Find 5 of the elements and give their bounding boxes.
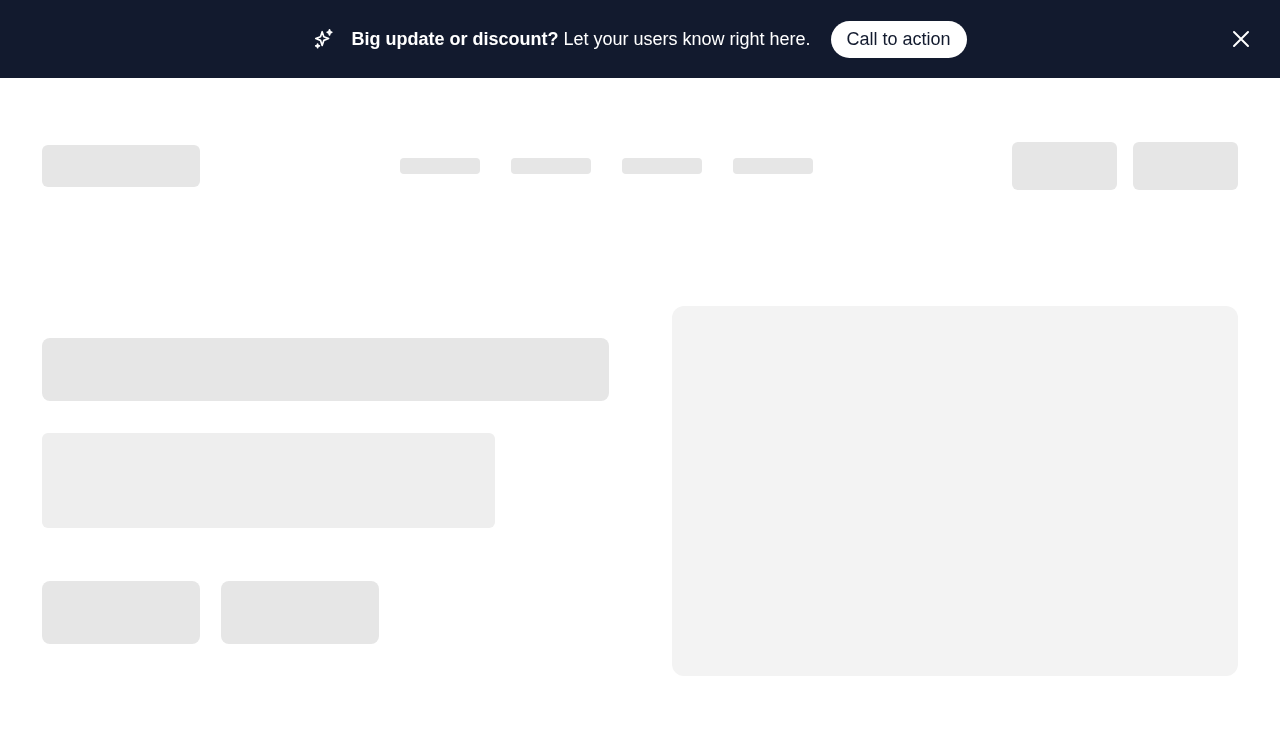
close-icon	[1232, 30, 1250, 48]
call-to-action-button[interactable]: Call to action	[830, 20, 967, 58]
sparkle-icon	[313, 28, 336, 50]
close-button[interactable]	[1230, 28, 1252, 50]
banner-message: Big update or discount? Let your users know right here.	[351, 27, 811, 51]
